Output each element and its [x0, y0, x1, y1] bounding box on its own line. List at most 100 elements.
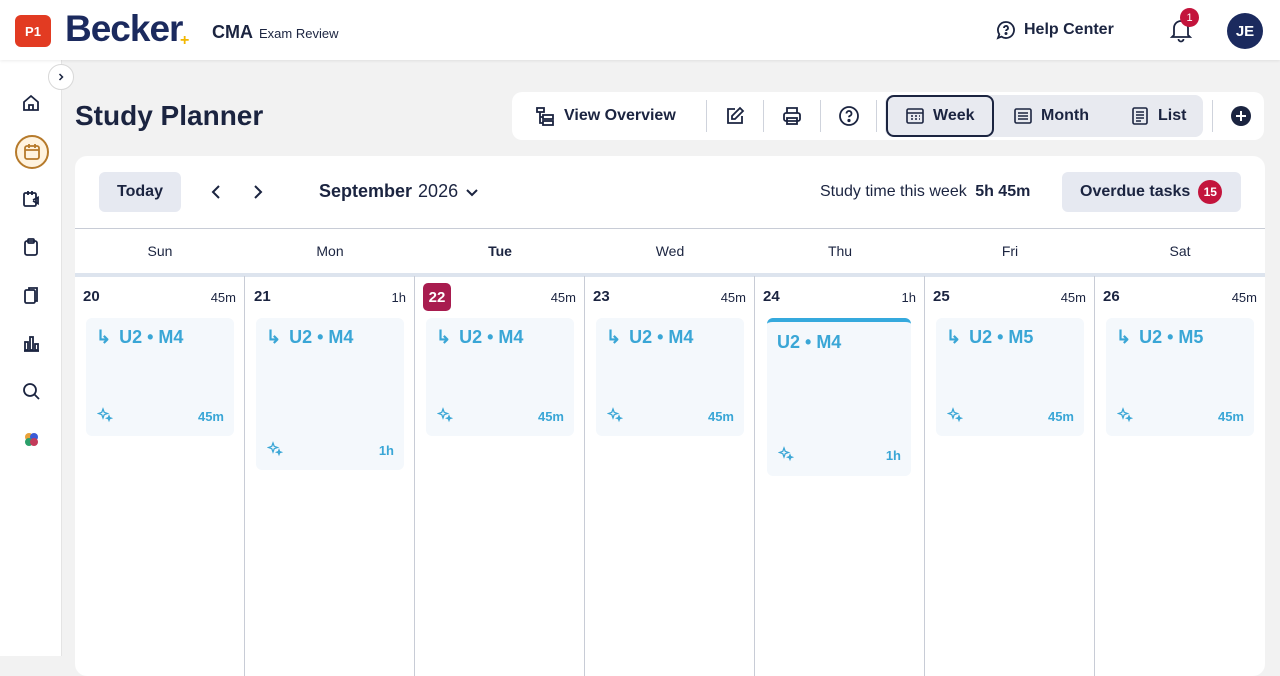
sidebar-item-live-sessions[interactable]: [15, 183, 47, 215]
add-task-button[interactable]: [1230, 92, 1252, 140]
sparkle-icon: [97, 407, 113, 423]
day-number[interactable]: 21: [254, 288, 271, 305]
month-name: September: [319, 181, 413, 201]
sidebar-item-flashcards[interactable]: [15, 279, 47, 311]
sidebar-item-tasks[interactable]: [15, 231, 47, 263]
column-divider: [1094, 276, 1095, 676]
task-duration: 45m: [197, 409, 224, 424]
task-duration: 45m: [537, 409, 564, 424]
study-time-summary: Study time this week 5h 45m: [820, 183, 1030, 201]
overdue-tasks-button[interactable]: Overdue tasks 15: [1062, 172, 1241, 212]
sparkle-icon: [778, 446, 794, 462]
overdue-count-badge: 15: [1198, 180, 1223, 204]
subtask-arrow-icon: ↳: [436, 327, 452, 347]
top-bar: P1 Becker + CMA Exam Review Help Center …: [0, 0, 1280, 60]
help-button[interactable]: [838, 92, 860, 140]
task-title-text: U2 • M5: [969, 327, 1034, 347]
calendar-video-icon: [23, 191, 39, 207]
help-center-label: Help Center: [1024, 21, 1114, 38]
task-card[interactable]: ↳ U2 • M4 45m: [426, 318, 574, 436]
plus-circle-icon: [1231, 106, 1251, 126]
weekday-label: Thu: [827, 243, 853, 259]
view-overview-label: View Overview: [564, 107, 676, 124]
list-view-label: List: [1158, 107, 1187, 124]
user-avatar[interactable]: JE: [1227, 13, 1263, 49]
sidebar-item-performance[interactable]: [15, 327, 47, 359]
sidebar-expand-button[interactable]: [48, 64, 74, 90]
column-divider: [244, 276, 245, 676]
column-divider: [584, 276, 585, 676]
task-title: ↳ U2 • M5: [946, 327, 1033, 348]
column-divider: [414, 276, 415, 676]
home-icon: [23, 94, 39, 111]
task-title-text: U2 • M5: [1139, 327, 1204, 347]
task-duration: 45m: [707, 409, 734, 424]
task-card[interactable]: ↳ U2 • M5 45m: [936, 318, 1084, 436]
flashcards-icon: [24, 287, 38, 304]
calendar-icon: [24, 144, 40, 160]
day-number[interactable]: 25: [933, 288, 950, 305]
product-name: CMA Exam Review: [212, 22, 338, 43]
notification-badge: 1: [1180, 8, 1199, 27]
planner-toolbar: View Overview Week Month List: [512, 92, 1264, 140]
chevron-left-icon[interactable]: [207, 182, 227, 202]
day-total-time: 45m: [1060, 290, 1086, 305]
task-duration: 45m: [1217, 409, 1244, 424]
task-card[interactable]: ↳ U2 • M4 45m: [86, 318, 234, 436]
task-card[interactable]: ↳ U2 • M5 45m: [1106, 318, 1254, 436]
day-number-today[interactable]: 22: [423, 283, 451, 311]
week-view-button[interactable]: Week: [905, 92, 975, 140]
product-badge[interactable]: P1: [15, 15, 51, 47]
toolbar-divider: [876, 100, 877, 132]
calendar-panel: Today September 2026 Study time this wee…: [75, 156, 1265, 676]
becker-logo[interactable]: Becker: [65, 8, 183, 50]
weekday-label: Sun: [147, 243, 173, 259]
logo-plus-icon: +: [180, 32, 190, 49]
hierarchy-icon: [536, 107, 554, 126]
document-list-icon: [1132, 107, 1148, 125]
toolbar-divider: [1212, 100, 1213, 132]
sparkle-icon: [267, 441, 283, 457]
sidebar-item-partner[interactable]: [15, 423, 47, 455]
toolbar-divider: [763, 100, 764, 132]
sidebar-item-study-planner[interactable]: [15, 135, 49, 169]
chevron-down-icon: [466, 188, 478, 196]
help-center-link[interactable]: Help Center: [996, 20, 1114, 40]
task-title: ↳ U2 • M4: [266, 327, 353, 348]
subtask-arrow-icon: ↳: [266, 327, 282, 347]
task-title-text: U2 • M4: [459, 327, 524, 347]
weekday-label: Sat: [1169, 243, 1191, 259]
day-total-time: 45m: [550, 290, 576, 305]
toolbar-divider: [820, 100, 821, 132]
day-total-time: 45m: [720, 290, 746, 305]
chevron-right-icon[interactable]: [247, 182, 267, 202]
day-number[interactable]: 24: [763, 288, 780, 305]
sparkle-icon: [437, 407, 453, 423]
day-number[interactable]: 23: [593, 288, 610, 305]
task-duration: 45m: [1047, 409, 1074, 424]
list-view-button[interactable]: List: [1130, 92, 1186, 140]
day-total-time: 1h: [391, 290, 406, 305]
view-overview-button[interactable]: View Overview: [534, 92, 676, 140]
day-total-time: 45m: [1231, 290, 1257, 305]
year: 2026: [418, 181, 459, 201]
task-card[interactable]: ↳ U2 • M4 45m: [596, 318, 744, 436]
today-button[interactable]: Today: [99, 172, 181, 212]
edit-icon: [727, 106, 745, 124]
product-title: CMA: [212, 22, 253, 42]
task-card-selected[interactable]: U2 • M4 1h: [767, 318, 911, 476]
edit-button[interactable]: [724, 92, 746, 140]
task-card[interactable]: ↳ U2 • M4 1h: [256, 318, 404, 470]
day-number[interactable]: 26: [1103, 288, 1120, 305]
sidebar-item-home[interactable]: [15, 87, 47, 119]
day-number[interactable]: 20: [83, 288, 100, 305]
task-title: U2 • M4: [777, 332, 841, 353]
bar-chart-icon: [24, 336, 39, 352]
weekday-label: Wed: [655, 243, 685, 259]
month-view-button[interactable]: Month: [1013, 92, 1089, 140]
print-button[interactable]: [781, 92, 803, 140]
sidebar-item-search[interactable]: [15, 375, 47, 407]
weekday-label: Fri: [1001, 243, 1019, 259]
month-selector[interactable]: September 2026: [319, 181, 480, 202]
month-list-icon: [1014, 108, 1032, 124]
